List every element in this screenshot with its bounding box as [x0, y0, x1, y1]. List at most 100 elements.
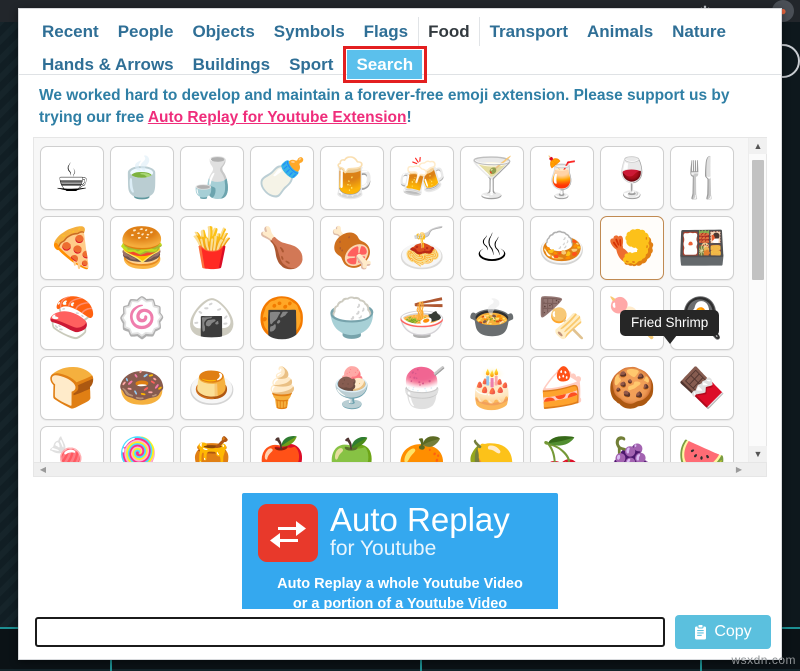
emoji-cell-french-fries[interactable]: 🍟	[180, 216, 244, 280]
emoji-cell-pizza[interactable]: 🍕	[40, 216, 104, 280]
scroll-right-arrow-icon[interactable]: ▶	[732, 463, 746, 477]
emoji-cell-dango[interactable]: 🍡	[600, 286, 664, 350]
shortcake-icon: 🍰	[538, 369, 587, 408]
hamburger-icon: 🍔	[118, 229, 167, 268]
emoji-cell-oden[interactable]: 🍢	[530, 286, 594, 350]
emoji-cell-ice-cream[interactable]: 🍨	[320, 356, 384, 420]
scroll-up-arrow-icon[interactable]: ▲	[749, 138, 767, 154]
emoji-cell-cooking-fried-egg[interactable]: 🍳	[670, 286, 734, 350]
emoji-cell-curry-rice[interactable]: 🍛	[530, 216, 594, 280]
wine-glass-icon: 🍷	[608, 159, 657, 198]
emoji-text-input[interactable]	[35, 617, 665, 647]
tab-flags[interactable]: Flags	[355, 17, 417, 46]
tab-symbols[interactable]: Symbols	[265, 17, 354, 46]
cookie-icon: 🍪	[608, 369, 657, 408]
tab-objects[interactable]: Objects	[183, 17, 263, 46]
steaming-bowl-noodles-icon: 🍜	[398, 299, 447, 338]
emoji-cell-steaming-bowl-noodles[interactable]: 🍜	[390, 286, 454, 350]
emoji-cell-wine-glass[interactable]: 🍷	[600, 146, 664, 210]
emoji-cell-cooked-rice[interactable]: 🍚	[320, 286, 384, 350]
emoji-cell-steaming-bowl-hot[interactable]: ♨	[460, 216, 524, 280]
watermelon-icon: 🍉	[678, 439, 727, 463]
emoji-cell-red-apple[interactable]: 🍎	[250, 426, 314, 462]
emoji-cell-hot-beverage[interactable]: ☕	[40, 146, 104, 210]
bento-box-icon: 🍱	[678, 229, 727, 268]
emoji-cell-beer-mug[interactable]: 🍺	[320, 146, 384, 210]
emoji-cell-sushi[interactable]: 🍣	[40, 286, 104, 350]
tab-recent[interactable]: Recent	[33, 17, 108, 46]
emoji-cell-hamburger[interactable]: 🍔	[110, 216, 174, 280]
emoji-cell-green-apple[interactable]: 🍏	[320, 426, 384, 462]
emoji-cell-shortcake[interactable]: 🍰	[530, 356, 594, 420]
steaming-bowl-hot-icon: ♨	[475, 229, 510, 268]
emoji-cell-baby-bottle[interactable]: 🍼	[250, 146, 314, 210]
emoji-cell-honey-pot[interactable]: 🍯	[180, 426, 244, 462]
emoji-cell-bread[interactable]: 🍞	[40, 356, 104, 420]
emoji-cell-pot-of-food[interactable]: 🍲	[460, 286, 524, 350]
emoji-cell-rice-cracker[interactable]: 🍘	[250, 286, 314, 350]
emoji-cell-meat-on-bone[interactable]: 🍖	[320, 216, 384, 280]
emoji-cell-custard[interactable]: 🍮	[180, 356, 244, 420]
emoji-cell-watermelon[interactable]: 🍉	[670, 426, 734, 462]
emoji-cell-cocktail-glass[interactable]: 🍸	[460, 146, 524, 210]
tab-sport[interactable]: Sport	[280, 50, 342, 79]
category-tab-row-2: Hands & Arrows Buildings Sport Search	[19, 49, 781, 80]
scroll-left-arrow-icon[interactable]: ◀	[36, 463, 50, 477]
emoji-cell-cherries[interactable]: 🍒	[530, 426, 594, 462]
curry-rice-icon: 🍛	[538, 229, 587, 268]
pizza-icon: 🍕	[48, 229, 97, 268]
emoji-cell-fried-shrimp[interactable]: 🍤	[600, 216, 664, 280]
baby-bottle-icon: 🍼	[258, 159, 307, 198]
emoji-cell-grapes[interactable]: 🍇	[600, 426, 664, 462]
red-apple-icon: 🍎	[258, 439, 307, 463]
tab-animals[interactable]: Animals	[578, 17, 662, 46]
cooking-fried-egg-icon: 🍳	[678, 299, 727, 338]
emoji-cell-clinking-beer-mugs[interactable]: 🍻	[390, 146, 454, 210]
emoji-cell-lollipop[interactable]: 🍭	[110, 426, 174, 462]
emoji-cell-doughnut[interactable]: 🍩	[110, 356, 174, 420]
emoji-cell-teacup-without-handle[interactable]: 🍵	[110, 146, 174, 210]
oden-icon: 🍢	[538, 299, 587, 338]
copy-button[interactable]: Copy	[675, 615, 771, 649]
emoji-cell-chocolate-bar[interactable]: 🍫	[670, 356, 734, 420]
emoji-cell-tropical-drink[interactable]: 🍹	[530, 146, 594, 210]
emoji-cell-fish-cake-with-swirl[interactable]: 🍥	[110, 286, 174, 350]
grid-horizontal-scrollbar[interactable]: ◀ ▶	[34, 462, 766, 476]
custard-icon: 🍮	[188, 369, 237, 408]
grid-vertical-scrollbar[interactable]: ▲ ▼	[748, 138, 766, 462]
emoji-cell-sake[interactable]: 🍶	[180, 146, 244, 210]
tab-nature[interactable]: Nature	[663, 17, 735, 46]
green-apple-icon: 🍏	[328, 439, 377, 463]
emoji-cell-candy[interactable]: 🍬	[40, 426, 104, 462]
candy-icon: 🍬	[48, 439, 97, 463]
vertical-scrollbar-thumb[interactable]	[752, 160, 764, 280]
cherries-icon: 🍒	[538, 439, 587, 463]
spaghetti-icon: 🍝	[398, 229, 447, 268]
tab-hands-and-arrows[interactable]: Hands & Arrows	[33, 50, 183, 79]
auto-replay-extension-link[interactable]: Auto Replay for Youtube Extension	[148, 109, 407, 126]
category-tab-bar: Recent People Objects Symbols Flags Food…	[19, 9, 781, 75]
tab-food[interactable]: Food	[418, 17, 480, 46]
tab-buildings[interactable]: Buildings	[184, 50, 279, 79]
emoji-cell-soft-ice-cream[interactable]: 🍦	[250, 356, 314, 420]
watermark: wsxdn.com	[731, 653, 796, 667]
emoji-cell-tangerine[interactable]: 🍊	[390, 426, 454, 462]
fish-cake-with-swirl-icon: 🍥	[118, 299, 167, 338]
emoji-cell-lemon[interactable]: 🍋	[460, 426, 524, 462]
tab-people[interactable]: People	[109, 17, 183, 46]
emoji-cell-spaghetti[interactable]: 🍝	[390, 216, 454, 280]
emoji-cell-birthday-cake[interactable]: 🎂	[460, 356, 524, 420]
sake-icon: 🍶	[188, 159, 237, 198]
emoji-grid-scroll-area[interactable]: ☕🍵 🍶 🍼 🍺🍻🍸🍹 🍷 🍴 🍕 🍔 🍟🍗🍖 🍝 ♨ 🍛 🍤 🍱 🍣 🍥 🍙🍘🍚 🍜 🍲 🍢 🍡 🍳 🍞🍩 🍮 🍦🍨🍧🎂 🍰 🍪 🍫…	[34, 138, 748, 462]
emoji-cell-shaved-ice[interactable]: 🍧	[390, 356, 454, 420]
scroll-down-arrow-icon[interactable]: ▼	[749, 446, 767, 462]
emoji-cell-bento-box[interactable]: 🍱	[670, 216, 734, 280]
emoji-cell-cookie[interactable]: 🍪	[600, 356, 664, 420]
copy-bar: Copy	[19, 609, 781, 659]
emoji-cell-fork-and-knife[interactable]: 🍴	[670, 146, 734, 210]
emoji-cell-rice-ball[interactable]: 🍙	[180, 286, 244, 350]
dango-icon: 🍡	[608, 299, 657, 338]
tab-search[interactable]: Search	[347, 50, 422, 79]
emoji-cell-poultry-leg[interactable]: 🍗	[250, 216, 314, 280]
tab-transport[interactable]: Transport	[481, 17, 577, 46]
